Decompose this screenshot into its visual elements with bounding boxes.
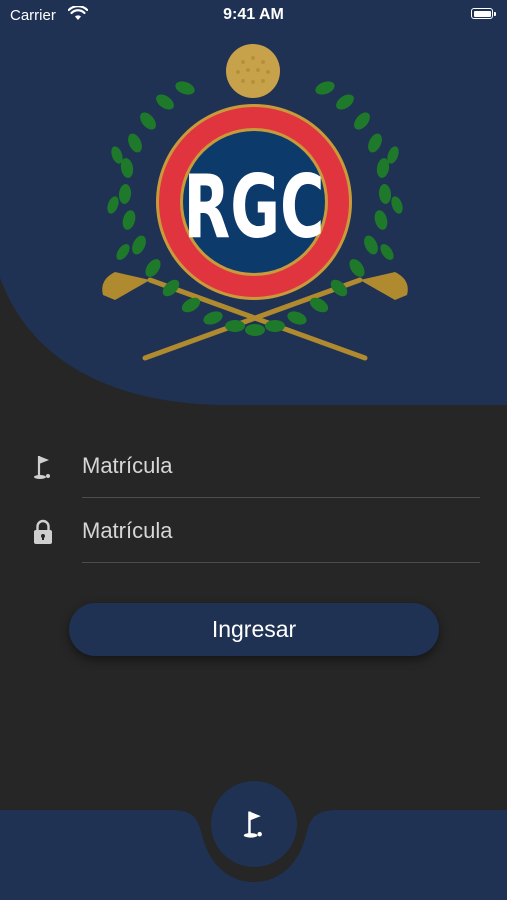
login-button[interactable]: Ingresar — [69, 603, 439, 656]
logo-text: RGC — [183, 156, 324, 258]
golf-flag-icon — [34, 456, 50, 479]
battery-icon — [471, 8, 496, 19]
home-button[interactable] — [211, 781, 297, 867]
lock-icon — [34, 519, 52, 544]
member-number-input[interactable] — [82, 434, 480, 497]
password-row — [28, 499, 480, 563]
member-number-underline — [82, 497, 480, 498]
golf-flag-icon — [243, 811, 262, 838]
club-logo: RGC — [102, 44, 408, 361]
member-number-row — [28, 434, 480, 498]
clock: 9:41 AM — [223, 6, 284, 23]
status-bar: Carrier 9:41 AM — [0, 0, 507, 30]
golf-ball — [226, 44, 280, 98]
password-underline — [82, 562, 480, 563]
password-input[interactable] — [82, 499, 480, 562]
